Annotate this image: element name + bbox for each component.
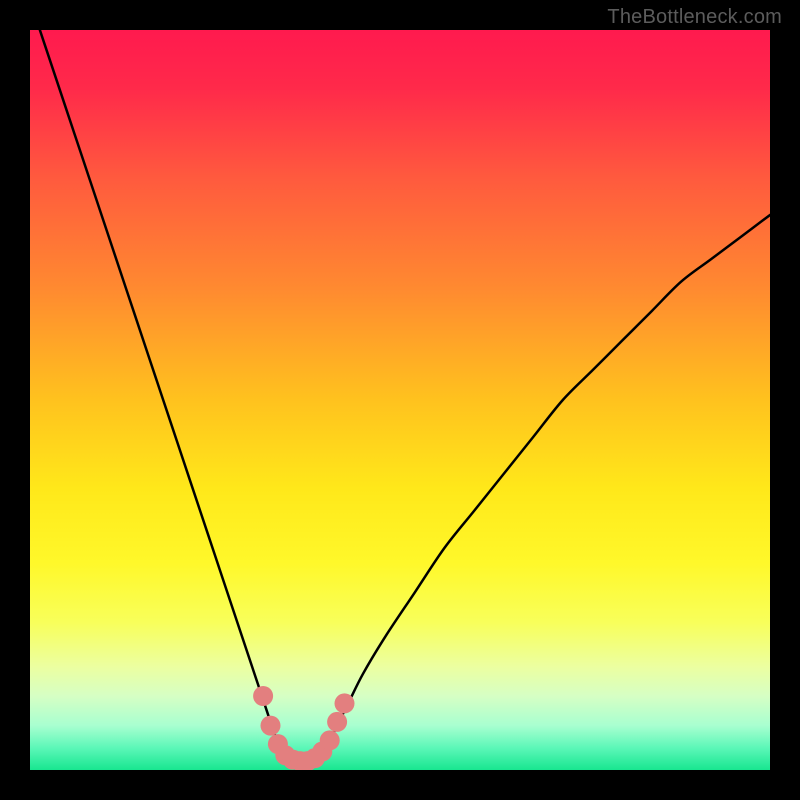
watermark-label: TheBottleneck.com [607, 6, 782, 29]
valley-point [261, 716, 281, 736]
chart-frame: TheBottleneck.com [0, 0, 800, 800]
chart-plot-area [30, 30, 770, 770]
gradient-background [30, 30, 770, 770]
valley-point [327, 712, 347, 732]
chart-svg [30, 30, 770, 770]
valley-point [253, 686, 273, 706]
valley-point [320, 730, 340, 750]
valley-point [335, 693, 355, 713]
